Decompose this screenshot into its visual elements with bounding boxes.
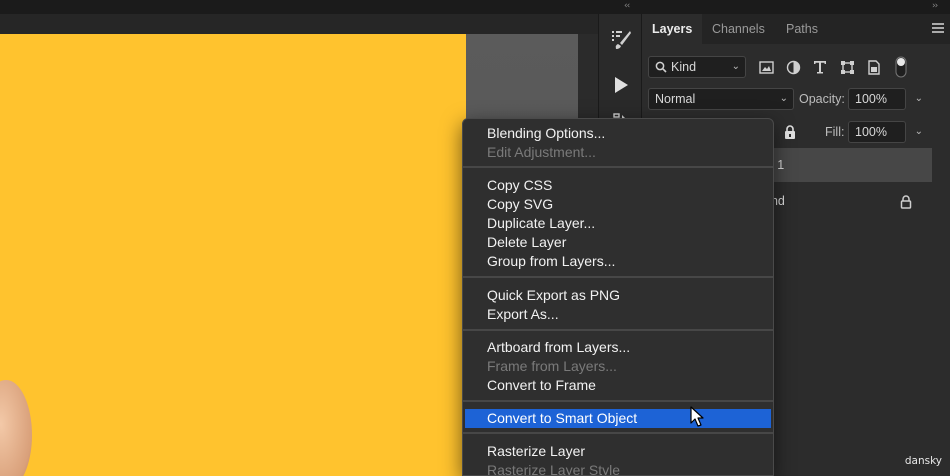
search-icon bbox=[655, 61, 667, 73]
filter-row: Kind ⌄ bbox=[642, 52, 950, 84]
document-strip bbox=[0, 14, 598, 34]
menu-item-quick-export-png[interactable]: Quick Export as PNG bbox=[463, 286, 773, 305]
menu-separator bbox=[463, 166, 773, 168]
chevron-down-icon[interactable]: ⌄ bbox=[915, 122, 923, 142]
filter-kind-label: Kind bbox=[671, 60, 697, 74]
filter-pixel-icon[interactable] bbox=[758, 58, 774, 76]
menu-item-frame-from-layers: Frame from Layers... bbox=[487, 358, 617, 374]
fill-label: Fill: bbox=[825, 125, 845, 139]
fill-value: 100% bbox=[855, 125, 887, 139]
chevron-down-icon: ⌄ bbox=[731, 61, 740, 72]
menu-item-copy-svg[interactable]: Copy SVG bbox=[463, 195, 773, 214]
tab-channels[interactable]: Channels bbox=[702, 14, 775, 44]
lock-all-icon[interactable] bbox=[782, 123, 798, 141]
tab-paths[interactable]: Paths bbox=[776, 14, 828, 44]
collapse-toolstrip-icon[interactable]: ‹‹ bbox=[624, 1, 630, 11]
collapse-panels-icon[interactable]: ›› bbox=[932, 1, 938, 11]
menu-item-group-from-layers[interactable]: Group from Layers... bbox=[463, 252, 773, 271]
watermark-text: dansky bbox=[904, 455, 942, 467]
opacity-value: 100% bbox=[855, 92, 887, 106]
menu-item-delete-layer[interactable]: Delete Layer bbox=[463, 233, 773, 252]
panel-menu-icon[interactable] bbox=[932, 23, 944, 33]
lock-icon bbox=[900, 195, 912, 209]
mouse-cursor-icon bbox=[690, 406, 704, 427]
menu-item-blending-options[interactable]: Blending Options... bbox=[463, 124, 773, 143]
artboard-canvas[interactable] bbox=[0, 34, 466, 476]
menu-item-rasterize-layer[interactable]: Rasterize Layer bbox=[463, 442, 773, 461]
blend-row: Normal ⌄ Opacity: 100% ⌄ bbox=[642, 84, 950, 116]
menu-item-export-as[interactable]: Export As... bbox=[463, 305, 773, 324]
menu-item-convert-to-frame[interactable]: Convert to Frame bbox=[463, 376, 773, 395]
filter-shape-icon[interactable] bbox=[839, 58, 855, 76]
opacity-field[interactable]: 100% ⌄ bbox=[848, 88, 923, 110]
blend-mode-select[interactable]: Normal ⌄ bbox=[648, 88, 794, 110]
chevron-down-icon: ⌄ bbox=[779, 93, 788, 104]
filter-type-icon[interactable] bbox=[812, 58, 828, 76]
layer-context-menu: Blending Options... Edit Adjustment... C… bbox=[462, 118, 774, 476]
filter-smart-object-icon[interactable] bbox=[866, 58, 882, 76]
filter-toggle-icon[interactable] bbox=[894, 56, 908, 78]
menu-separator bbox=[463, 276, 773, 278]
menu-item-copy-css[interactable]: Copy CSS bbox=[463, 176, 773, 195]
menu-item-edit-adjustment: Edit Adjustment... bbox=[487, 144, 596, 160]
top-bar: ‹‹ ›› bbox=[0, 0, 950, 14]
menu-separator bbox=[463, 400, 773, 402]
opacity-label: Opacity: bbox=[799, 92, 845, 106]
menu-item-rasterize-layer-style: Rasterize Layer Style bbox=[487, 462, 621, 476]
chevron-down-icon[interactable]: ⌄ bbox=[915, 89, 923, 109]
blend-mode-value: Normal bbox=[655, 92, 696, 106]
panel-tabs: Layers Channels Paths bbox=[642, 14, 950, 44]
menu-separator bbox=[463, 432, 773, 434]
menu-item-convert-to-smart-object[interactable]: Convert to Smart Object bbox=[465, 409, 771, 428]
play-actions-icon[interactable] bbox=[599, 70, 643, 100]
menu-item-artboard-from-layers[interactable]: Artboard from Layers... bbox=[463, 338, 773, 357]
filter-kind-select[interactable]: Kind ⌄ bbox=[648, 56, 746, 78]
brush-settings-icon[interactable] bbox=[599, 24, 643, 54]
fill-field[interactable]: 100% ⌄ bbox=[848, 121, 923, 143]
filter-adjustment-icon[interactable] bbox=[785, 58, 801, 76]
menu-item-duplicate-layer[interactable]: Duplicate Layer... bbox=[463, 214, 773, 233]
menu-separator bbox=[463, 329, 773, 331]
layers-scrollbar[interactable] bbox=[932, 144, 950, 476]
tab-layers[interactable]: Layers bbox=[642, 14, 703, 44]
